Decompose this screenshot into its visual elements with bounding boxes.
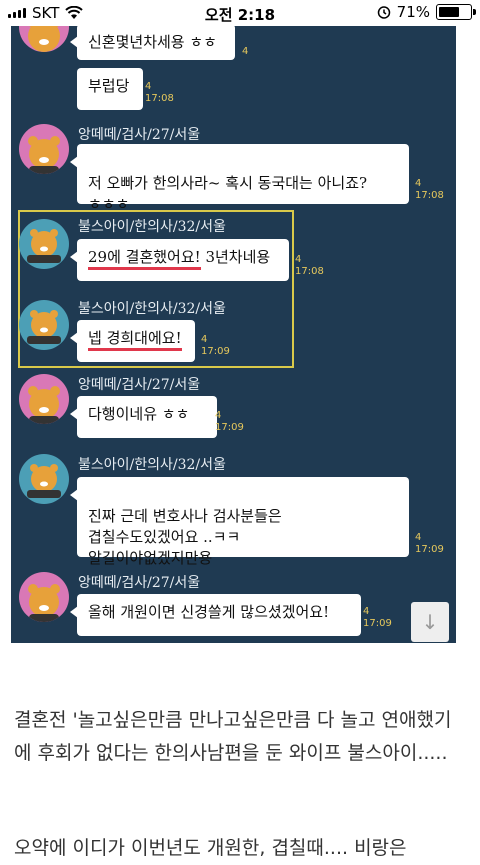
message-bubble: 저 오빠가 한의사라~ 혹시 동국대는 아니죠? ㅎㅎㅎ xyxy=(70,144,409,213)
highlighted-text: 넵 경희대에요! xyxy=(88,329,182,351)
message-text: 진짜 근데 변호사나 검사분들은 겹칠수도있겠어요 ..ㅋㅋ 알길이야없겠지만용 xyxy=(88,507,282,567)
message-meta: 4 17:09 xyxy=(363,606,392,629)
message-text: 3년차네용 xyxy=(200,248,271,266)
message-meta: 4 17:08 xyxy=(415,178,444,201)
avatar-ryan xyxy=(19,454,69,504)
message-text: 부럽당 xyxy=(88,77,130,95)
avatar-ryan xyxy=(19,124,69,174)
sender-name: 앙떼떼/검사/27/서울 xyxy=(78,377,201,393)
sender-name: 앙떼떼/검사/27/서울 xyxy=(78,127,201,143)
message-meta: 4 xyxy=(242,46,249,57)
message-bubble: 다행이네유 ㅎㅎ xyxy=(70,396,217,438)
chat-screenshot: 신혼몇년차세용 ㅎㅎ 4 부럽당 4 17:08 앙떼떼/검사/27/서울 저 … xyxy=(11,26,456,643)
message-text: 저 오빠가 한의사라~ 혹시 동국대는 아니죠? ㅎㅎㅎ xyxy=(88,174,368,213)
message-bubble: 진짜 근데 변호사나 검사분들은 겹칠수도있겠어요 ..ㅋㅋ 알길이야없겠지만용 xyxy=(70,477,409,567)
alarm-icon xyxy=(377,6,390,19)
highlighted-text: 29에 결혼했어요! xyxy=(88,248,201,270)
message-text: 신혼몇년차세용 ㅎㅎ xyxy=(88,33,217,51)
article-paragraph: 결혼전 '놀고싶은만큼 만나고싶은만큼 다 놀고 연애했기에 후회가 없다는 한… xyxy=(14,709,452,764)
message-bubble: 부럽당 xyxy=(77,68,143,110)
avatar-ryan xyxy=(19,374,69,424)
battery-icon xyxy=(436,4,476,20)
message-bubble: 신혼몇년차세용 ㅎㅎ xyxy=(70,26,235,60)
message-bubble: 올해 개원이면 신경쓸게 많으셨겠어요! xyxy=(70,594,361,636)
message-bubble: 넵 경희대에요! xyxy=(70,320,195,362)
avatar-ryan xyxy=(19,26,69,52)
message-meta: 4 17:08 xyxy=(145,81,174,104)
message-meta: 4 17:09 xyxy=(215,410,244,433)
avatar-ryan xyxy=(19,219,69,269)
avatar-ryan xyxy=(19,572,69,622)
sender-name: 앙떼떼/검사/27/서울 xyxy=(78,575,201,591)
message-meta: 4 17:09 xyxy=(201,334,230,357)
message-text: 올해 개원이면 신경쓸게 많으셨겠어요! xyxy=(88,603,330,621)
battery-percent: 71% xyxy=(396,3,430,21)
avatar-ryan xyxy=(19,300,69,350)
message-meta: 4 17:09 xyxy=(415,532,444,555)
message-text: 다행이네유 ㅎㅎ xyxy=(88,405,190,423)
scroll-down-button[interactable]: ↓ xyxy=(411,602,449,642)
message-meta: 4 17:08 xyxy=(295,254,324,277)
sender-name: 불스아이/한의사/32/서울 xyxy=(78,301,226,317)
article-paragraph: 오약에 이디가 이번년도 개원한, 겹칠때.... 비랑은 xyxy=(14,837,407,859)
sender-name: 불스아이/한의사/32/서울 xyxy=(78,457,226,473)
message-bubble: 29에 결혼했어요! 3년차네용 xyxy=(70,239,289,281)
arrow-down-icon: ↓ xyxy=(421,610,439,634)
status-right: 71% xyxy=(377,3,476,21)
sender-name: 불스아이/한의사/32/서울 xyxy=(78,219,226,235)
status-bar: SKT 오전 2:18 71% xyxy=(0,0,480,26)
